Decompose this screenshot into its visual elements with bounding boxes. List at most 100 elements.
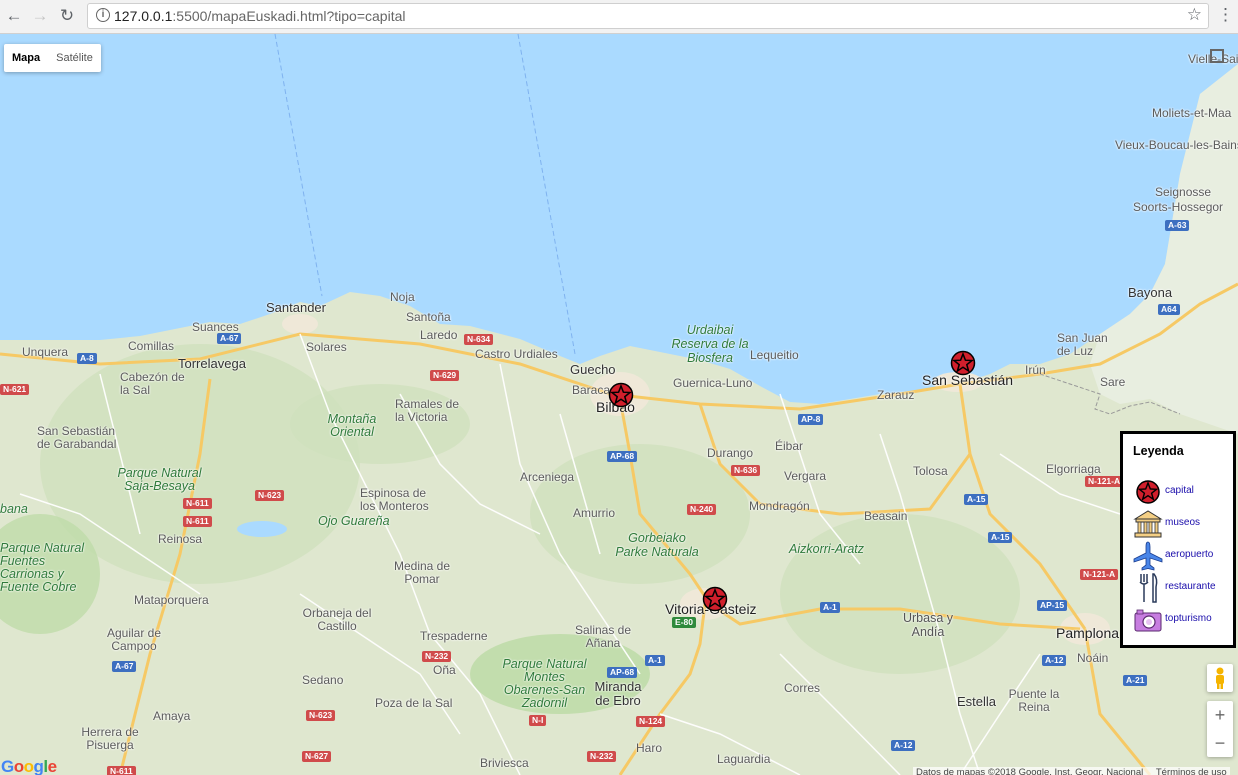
road-shield: N-611 (107, 766, 136, 775)
legend-link-museos[interactable]: museos (1165, 517, 1200, 528)
road-shield: A64 (1158, 304, 1180, 315)
google-map[interactable]: Santander Noja Suances Santoña Laredo Co… (0, 34, 1238, 775)
road-shield: N-121-A (1080, 569, 1119, 580)
place-label-soorts: Soorts-Hossegor (1133, 200, 1224, 214)
place-label-mondragon: Mondragón (749, 499, 810, 513)
legend-item-restaurante[interactable]: restaurante (1133, 573, 1233, 603)
capital-marker-bilbao[interactable] (608, 382, 634, 408)
place-label-haro: Haro (636, 741, 663, 755)
road-shield: E-80 (672, 617, 696, 628)
place-label-orbaneja: Orbaneja del Castillo (302, 606, 372, 633)
place-label-corres: Corres (784, 681, 821, 695)
legend-item-aeropuerto[interactable]: aeropuerto (1133, 541, 1233, 571)
place-label-eibar: Éibar (775, 439, 804, 453)
browser-menu-icon[interactable]: ⋮ (1217, 5, 1234, 25)
place-label-pamplona: Pamplona (1056, 625, 1120, 641)
road-shield: N-629 (430, 370, 460, 381)
road-shield: A-63 (1165, 220, 1190, 231)
reload-icon[interactable]: ↻ (56, 5, 78, 27)
capital-marker-san-sebastian[interactable] (950, 350, 976, 376)
place-label-urbasa: Urbasa y Andía (902, 611, 954, 639)
road-shield: N-232 (587, 751, 617, 762)
capital-marker-vitoria[interactable] (702, 586, 728, 612)
place-label-ramales: Ramales de la Victoria (395, 397, 460, 424)
pegman-icon (1216, 667, 1224, 689)
place-label-urdaibai: Urdaibai Reserva de la Biosfera (671, 323, 749, 365)
terms-link[interactable]: Términos de uso (1156, 767, 1227, 775)
road-shield: N-636 (731, 465, 761, 476)
road-shield: N-623 (306, 710, 336, 721)
road-shield: AP-8 (798, 414, 824, 425)
info-icon[interactable]: i (96, 8, 110, 22)
place-label-noain: Noáin (1077, 651, 1109, 665)
place-label-sedano: Sedano (302, 673, 344, 687)
url-text[interactable]: 127.0.0.1:5500/mapaEuskadi.html?tipo=cap… (114, 8, 405, 24)
legend-link-capital[interactable]: capital (1165, 485, 1194, 496)
map-type-map-button[interactable]: Mapa (4, 44, 48, 72)
bookmark-star-icon[interactable]: ☆ (1187, 5, 1202, 25)
place-label-unquera: Unquera (22, 345, 69, 359)
place-label-solares: Solares (306, 340, 347, 354)
road-shield: AP-68 (607, 451, 638, 462)
back-arrow-icon[interactable]: ← (3, 5, 25, 27)
place-label-montana: Montaña Oriental (327, 412, 377, 439)
road-shield: A-8 (77, 353, 97, 364)
place-label-santona: Santoña (406, 310, 451, 324)
forward-arrow-icon[interactable]: → (29, 5, 51, 27)
place-label-poza: Poza de la Sal (375, 696, 453, 710)
place-label-comillas: Comillas (128, 339, 175, 353)
road-shield: AP-15 (1037, 600, 1068, 611)
place-label-santander: Santander (266, 300, 326, 315)
legend-title: Leyenda (1133, 444, 1184, 458)
place-label-estella: Estella (957, 694, 997, 709)
street-view-pegman[interactable] (1207, 664, 1233, 692)
museum-icon (1133, 510, 1163, 538)
place-label-bayona: Bayona (1128, 285, 1173, 300)
road-shield: N-634 (464, 334, 494, 345)
zoom-out-button[interactable]: − (1207, 729, 1233, 757)
place-label-baracaldo: Baraca (572, 383, 611, 397)
place-label-arceniega: Arceniega (520, 470, 575, 484)
legend-item-topturismo[interactable]: topturismo (1133, 605, 1233, 635)
place-label-sare: Sare (1100, 375, 1126, 389)
place-label-cabezon: Cabezón de la Sal (120, 370, 185, 397)
road-shield: A-67 (217, 333, 242, 344)
place-label-medina: Medina de Pomar (393, 559, 451, 586)
place-label-torrelavega: Torrelavega (178, 356, 246, 371)
place-label-suances: Suances (192, 320, 239, 334)
map-type-satellite-button[interactable]: Satélite (48, 44, 101, 72)
zoom-in-button[interactable]: + (1207, 701, 1233, 729)
fork-knife-icon (1139, 573, 1158, 603)
place-label-guernica: Guernica-Luno (673, 376, 753, 390)
place-label-ubana: bana (0, 502, 28, 516)
legend-link-restaurante[interactable]: restaurante (1165, 581, 1216, 592)
place-label-guecho: Guecho (570, 362, 616, 377)
legend-item-capital[interactable]: capital (1133, 477, 1233, 507)
place-label-mataporquera: Mataporquera (134, 593, 209, 607)
fullscreen-icon[interactable] (1203, 42, 1231, 70)
place-label-reinosa: Reinosa (158, 532, 203, 546)
legend-link-topturismo[interactable]: topturismo (1165, 613, 1212, 624)
place-label-zarauz: Zarauz (877, 388, 915, 402)
place-label-irun: Irún (1025, 363, 1046, 377)
address-bar[interactable]: i 127.0.0.1:5500/mapaEuskadi.html?tipo=c… (87, 3, 1209, 29)
road-shield: N-611 (183, 498, 212, 509)
place-label-salinas: Salinas de Añana (574, 623, 632, 650)
place-label-briviesca: Briviesca (480, 756, 529, 770)
place-label-saja: Parque Natural Saja-Besaya (117, 466, 202, 493)
google-logo: Google (1, 757, 57, 775)
place-label-laredo: Laredo (420, 328, 458, 342)
road-shield: A-12 (1042, 655, 1067, 666)
red-star-marker-icon (1136, 480, 1160, 504)
legend-link-aeropuerto[interactable]: aeropuerto (1165, 549, 1213, 560)
place-label-durango: Durango (707, 446, 754, 460)
place-label-tolosa: Tolosa (913, 464, 948, 478)
legend-item-museos[interactable]: museos (1133, 509, 1233, 539)
place-label-aguilar: Aguilar de Campoo (106, 626, 162, 653)
road-shield: N-240 (687, 504, 717, 515)
place-label-amurrio: Amurrio (573, 506, 616, 520)
place-label-miranda: Miranda de Ebro (594, 679, 642, 708)
place-label-puente: Puente la Reina (1008, 687, 1060, 714)
road-shield: A-15 (964, 494, 989, 505)
road-shield: A-1 (645, 655, 665, 666)
